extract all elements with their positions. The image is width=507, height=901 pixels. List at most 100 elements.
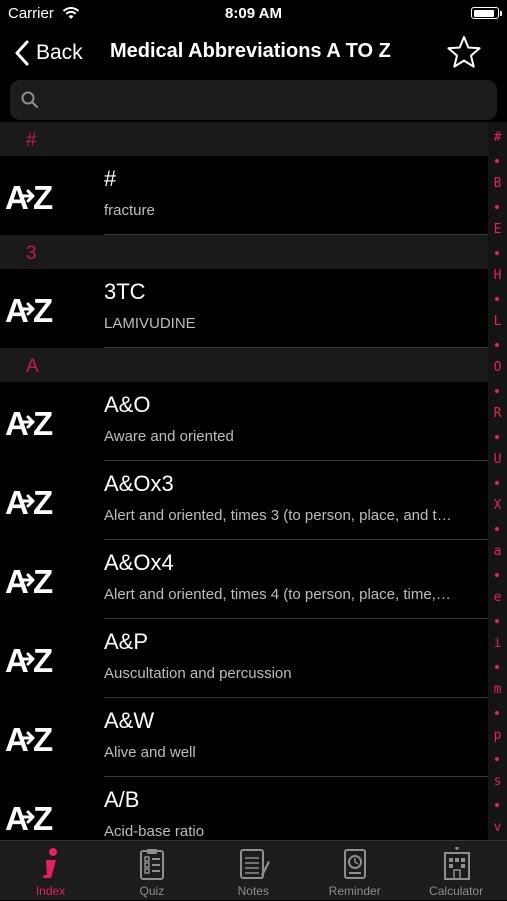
index-letter[interactable]: #: [488, 130, 507, 145]
abbreviation-meaning: LAMIVUDINE: [104, 315, 196, 332]
reminder-icon: [344, 849, 367, 879]
tab-index[interactable]: Index: [0, 841, 101, 901]
svg-text:Z: Z: [33, 292, 53, 327]
clipboard-icon: [140, 849, 165, 880]
back-label: Back: [36, 41, 83, 64]
az-icon: AZ: [5, 642, 53, 677]
tab-quiz[interactable]: Quiz: [101, 841, 202, 901]
abbreviation-term: #: [104, 166, 117, 191]
svg-text:Z: Z: [33, 721, 53, 756]
tab-label: Reminder: [328, 884, 381, 898]
abbreviation-term: A&O: [104, 392, 151, 417]
az-icon: AZ: [5, 563, 53, 598]
az-icon: AZ: [5, 405, 53, 440]
navigation-bar: Back Medical Abbreviations A TO Z: [0, 28, 507, 78]
az-icon: AZ: [5, 179, 53, 214]
tab-label: Notes: [237, 884, 269, 898]
az-icon: AZ: [5, 484, 53, 519]
index-dot: [495, 435, 499, 439]
tab-calculator[interactable]: Calculator: [406, 841, 507, 901]
section-header: #: [0, 122, 488, 156]
list-item[interactable]: A Z A&Ox3 Alert and oriented, times 3 (to p…: [0, 461, 488, 540]
tab-label: Quiz: [139, 884, 165, 898]
index-letter[interactable]: v: [488, 820, 507, 835]
index-letter[interactable]: E: [488, 222, 507, 237]
index-letter[interactable]: O: [488, 360, 507, 375]
section-header-label: A: [26, 356, 39, 377]
abbreviation-term: 3TC: [104, 279, 146, 304]
list-item[interactable]: A Z A&P Auscultation and percussion: [0, 619, 488, 698]
index-letter[interactable]: e: [488, 590, 507, 605]
info-icon: [43, 848, 57, 878]
abbreviation-term: A&Ox4: [104, 550, 174, 575]
list-item[interactable]: A Z # fracture: [0, 156, 488, 235]
star-icon[interactable]: [445, 34, 483, 72]
abbreviation-meaning: fracture: [104, 202, 155, 219]
svg-text:Z: Z: [33, 563, 53, 598]
search-input[interactable]: [48, 86, 482, 116]
section-header-label: #: [26, 130, 37, 151]
svg-text:Z: Z: [33, 405, 53, 440]
svg-text:Z: Z: [33, 800, 53, 835]
status-bar: Carrier 8:09 AM: [0, 0, 507, 28]
index-dot: [495, 573, 499, 577]
tab-label: Index: [35, 884, 66, 898]
list-item[interactable]: A Z A&W Alive and well: [0, 698, 488, 777]
index-dot: [495, 251, 499, 255]
abbreviation-meaning: Aware and oriented: [104, 428, 234, 445]
index-dot: [495, 205, 499, 209]
abbreviation-term: A/B: [104, 787, 140, 812]
svg-text:Z: Z: [33, 642, 53, 677]
chevron-left-icon: [15, 40, 29, 66]
index-dot: [495, 389, 499, 393]
index-dot: [495, 527, 499, 531]
index-letter[interactable]: L: [488, 314, 507, 329]
tab-label: Calculator: [429, 884, 484, 898]
az-icon: AZ: [5, 721, 53, 756]
index-letter[interactable]: i: [488, 636, 507, 651]
index-letter[interactable]: p: [488, 728, 507, 743]
search-bar[interactable]: [10, 80, 497, 120]
index-dot: [495, 619, 499, 623]
list-item[interactable]: A Z 3TC LAMIVUDINE: [0, 269, 488, 348]
index-letter[interactable]: R: [488, 406, 507, 421]
index-dot: [495, 481, 499, 485]
list-item[interactable]: A Z A/B Acid-base ratio: [0, 777, 488, 840]
page-title: Medical Abbreviations A TO Z: [110, 40, 391, 62]
svg-text:Z: Z: [33, 179, 53, 214]
abbreviation-term: A&P: [104, 629, 149, 654]
back-button[interactable]: Back: [14, 38, 83, 68]
index-letter[interactable]: a: [488, 544, 507, 559]
index-dot: [495, 343, 499, 347]
index-letter[interactable]: s: [488, 774, 507, 789]
abbreviation-term: A&W: [104, 708, 155, 733]
section-header: A: [0, 348, 488, 382]
index-letter[interactable]: U: [488, 452, 507, 467]
list-item[interactable]: A Z A&O Aware and oriented: [0, 382, 488, 461]
index-letter[interactable]: X: [488, 498, 507, 513]
index-dot: [495, 803, 499, 807]
section-index-bar[interactable]: # B E H L O R U Xa e i m p s v: [488, 122, 507, 840]
abbreviation-meaning: Auscultation and percussion: [104, 665, 292, 682]
az-icon: AZ: [5, 800, 53, 835]
index-dot: [495, 711, 499, 715]
index-letter[interactable]: H: [488, 268, 507, 283]
svg-text:Z: Z: [33, 484, 53, 519]
index-letter[interactable]: B: [488, 176, 507, 191]
az-icon: AZ: [5, 292, 53, 327]
index-dot: [495, 757, 499, 761]
abbreviation-meaning: Alive and well: [104, 744, 196, 761]
abbreviation-list[interactable]: # A Z # fracture 3 A Z 3TC LAMIVUDINE A A Z A&O Aware …: [0, 122, 488, 840]
index-letter[interactable]: m: [488, 682, 507, 697]
notes-icon: [239, 849, 270, 879]
section-header-label: 3: [26, 243, 37, 264]
index-dot: [495, 159, 499, 163]
abbreviation-term: A&Ox3: [104, 471, 174, 496]
tab-notes[interactable]: Notes: [203, 841, 304, 901]
tab-bar: Index Quiz Notes Reminder Calculator: [0, 840, 507, 900]
list-item[interactable]: A Z A&Ox4 Alert and oriented, times 4 (to p…: [0, 540, 488, 619]
tab-reminder[interactable]: Reminder: [304, 841, 405, 901]
abbreviation-meaning: Alert and oriented, times 4 (to person, …: [104, 586, 451, 603]
section-header: 3: [0, 235, 488, 269]
status-time: 8:09 AM: [225, 5, 282, 22]
